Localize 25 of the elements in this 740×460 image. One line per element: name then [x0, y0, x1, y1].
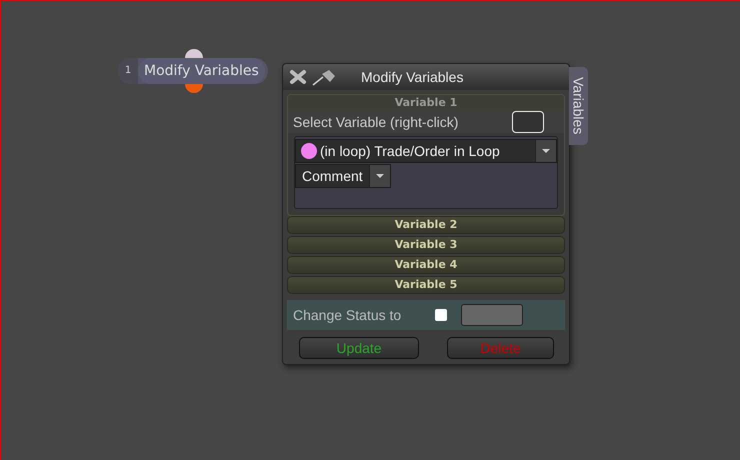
- status-checkbox[interactable]: [435, 309, 447, 321]
- caret-icon: [374, 173, 385, 179]
- workflow-node[interactable]: 1 Modify Variables: [118, 58, 268, 84]
- field-name: Comment: [301, 168, 364, 184]
- caret-icon: [541, 148, 551, 154]
- field-dropdown[interactable]: Comment: [295, 164, 391, 188]
- section-header[interactable]: Variable 1: [288, 95, 564, 111]
- output-pin[interactable]: [185, 84, 203, 93]
- section-header[interactable]: Variable 4: [287, 256, 565, 274]
- section-header[interactable]: Variable 2: [287, 216, 565, 234]
- section-header[interactable]: Variable 3: [287, 236, 565, 254]
- close-icon[interactable]: [289, 69, 307, 85]
- side-tab[interactable]: Variables: [569, 67, 588, 145]
- input-pin[interactable]: [185, 49, 203, 58]
- variable-slot[interactable]: [512, 111, 544, 133]
- variable-name: (in loop) Trade/Order in Loop: [320, 143, 501, 159]
- status-field[interactable]: [461, 304, 523, 326]
- select-label: Select Variable (right-click): [293, 114, 458, 130]
- node-number: 1: [118, 58, 138, 84]
- section-header[interactable]: Variable 5: [287, 276, 565, 294]
- window-title: Modify Variables: [361, 69, 464, 85]
- node-label: Modify Variables: [138, 58, 265, 84]
- variable-dropdown[interactable]: (in loop) Trade/Order in Loop: [295, 139, 557, 163]
- update-button[interactable]: Update: [299, 337, 419, 359]
- status-label: Change Status to: [293, 307, 402, 323]
